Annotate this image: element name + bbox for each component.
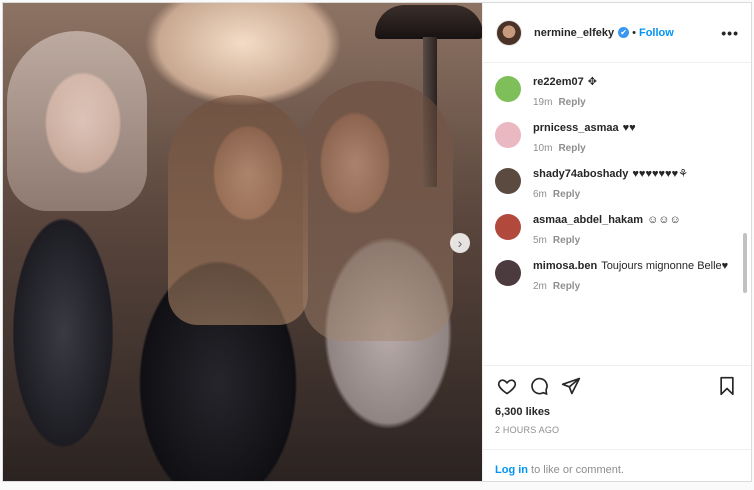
comment-avatar[interactable] (495, 168, 521, 194)
verified-icon: ✔ (618, 27, 630, 38)
comment-item: prnicess_asmaa ♥♥ 10m Reply (495, 121, 737, 154)
comment-meta: 5m Reply (533, 235, 681, 246)
comment-time[interactable]: 2m (533, 281, 547, 292)
reply-button[interactable]: Reply (553, 189, 580, 200)
share-icon[interactable] (559, 374, 583, 398)
comment-username[interactable]: prnicess_asmaa (533, 122, 619, 134)
comment-avatar[interactable] (495, 122, 521, 148)
post-header: nermine_elfeky ✔ • Follow ••• (483, 3, 751, 63)
comment-body: re22em07 ✥ (533, 75, 597, 90)
comment-body: shady74aboshady ♥♥♥♥♥♥♥⚘ (533, 167, 688, 182)
bookmark-icon[interactable] (715, 374, 739, 398)
post-actions: 6,300 likes 2 HOURS AGO Log in to like o… (483, 365, 751, 481)
login-prompt: Log in to like or comment. (483, 449, 751, 490)
post-username[interactable]: nermine_elfeky (534, 27, 614, 39)
comment-time[interactable]: 10m (533, 143, 552, 154)
comment-text: ♥♥ (622, 122, 636, 134)
comments-scrollbar[interactable] (743, 63, 747, 365)
follow-button[interactable]: Follow (639, 27, 674, 39)
comment-time[interactable]: 5m (533, 235, 547, 246)
likes-count[interactable]: 6,300 likes (495, 406, 739, 418)
login-link[interactable]: Log in (495, 464, 528, 476)
avatar[interactable] (496, 19, 522, 46)
comment-icon[interactable] (527, 374, 551, 398)
comment-item: mimosa.ben Toujours mignonne Belle♥ 2m Repl… (495, 259, 737, 292)
chevron-right-icon: › (457, 235, 463, 251)
post-sidebar: nermine_elfeky ✔ • Follow ••• re22em07 ✥ 1… (482, 3, 751, 481)
comment-meta: 6m Reply (533, 189, 688, 200)
comments-list[interactable]: re22em07 ✥ 19m Reply prnicess_asmaa ♥♥ 10m Repl… (483, 63, 751, 365)
comment-body: mimosa.ben Toujours mignonne Belle♥ (533, 259, 728, 274)
comment-body: asmaa_abdel_hakam ☺☺☺ (533, 213, 681, 228)
comment-meta: 2m Reply (533, 281, 728, 292)
comment-avatar[interactable] (495, 260, 521, 286)
header-separator: • (632, 26, 636, 39)
comment-text: ♥♥♥♥♥♥♥⚘ (632, 168, 688, 180)
comment-avatar[interactable] (495, 76, 521, 102)
comment-username[interactable]: mimosa.ben (533, 260, 597, 272)
reply-button[interactable]: Reply (553, 281, 580, 292)
reply-button[interactable]: Reply (558, 143, 585, 154)
login-prompt-text: to like or comment. (528, 464, 624, 476)
post-photo[interactable]: › (3, 3, 482, 481)
comment-avatar[interactable] (495, 214, 521, 240)
comment-item: asmaa_abdel_hakam ☺☺☺ 5m Reply (495, 213, 737, 246)
comment-time[interactable]: 6m (533, 189, 547, 200)
comment-username[interactable]: asmaa_abdel_hakam (533, 214, 643, 226)
person-right (303, 81, 453, 341)
comment-meta: 19m Reply (533, 97, 597, 108)
reply-button[interactable]: Reply (558, 97, 585, 108)
post-timestamp[interactable]: 2 HOURS AGO (495, 425, 739, 435)
comment-text: ✥ (587, 76, 597, 88)
instagram-post: › nermine_elfeky ✔ • Follow ••• re22em07… (2, 2, 752, 482)
scroll-thumb[interactable] (743, 233, 747, 293)
more-options-icon[interactable]: ••• (721, 25, 739, 41)
action-icons (495, 374, 739, 398)
comment-time[interactable]: 19m (533, 97, 552, 108)
comment-username[interactable]: re22em07 (533, 76, 584, 88)
comment-text: ☺☺☺ (647, 214, 681, 226)
reply-button[interactable]: Reply (553, 235, 580, 246)
person-center (168, 95, 308, 325)
next-photo-button[interactable]: › (450, 233, 470, 253)
person-left (7, 31, 147, 211)
comment-meta: 10m Reply (533, 143, 636, 154)
comment-text: Toujours mignonne Belle♥ (601, 260, 729, 272)
comment-item: re22em07 ✥ 19m Reply (495, 75, 737, 108)
comment-username[interactable]: shady74aboshady (533, 168, 628, 180)
comment-body: prnicess_asmaa ♥♥ (533, 121, 636, 136)
comment-item: shady74aboshady ♥♥♥♥♥♥♥⚘ 6m Reply (495, 167, 737, 200)
heart-icon[interactable] (495, 374, 519, 398)
heater-lamp (375, 5, 482, 39)
